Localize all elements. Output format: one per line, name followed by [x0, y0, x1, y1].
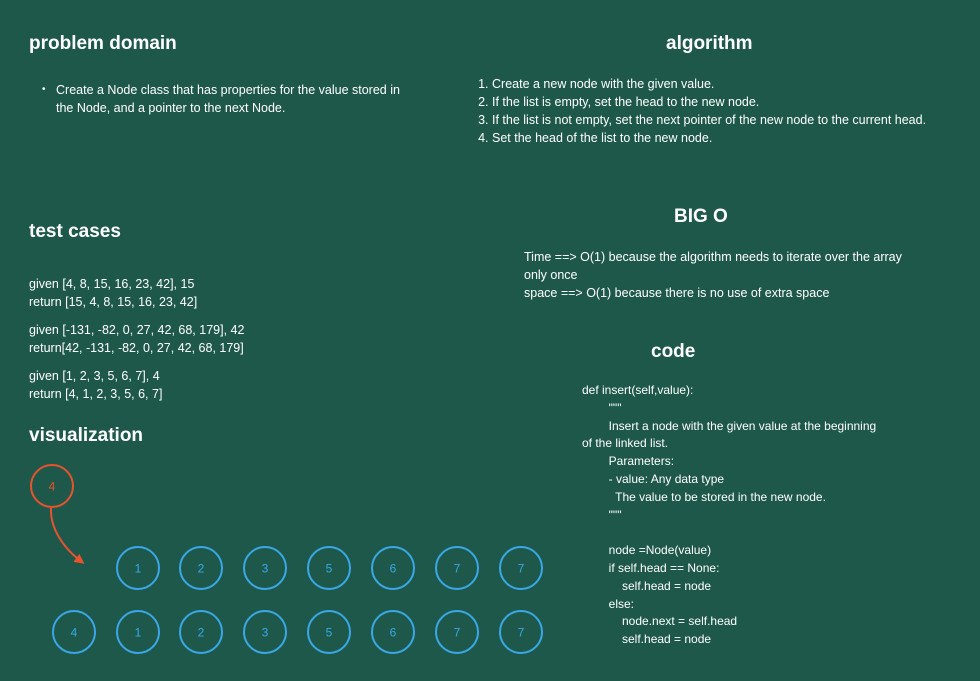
list-node-label: 1 — [135, 562, 142, 576]
list-node: 5 — [307, 610, 351, 654]
list-node: 7 — [435, 610, 479, 654]
list-node-label: 6 — [390, 626, 397, 640]
list-node: 7 — [435, 546, 479, 590]
visualization-canvas: 4 1 2 3 5 6 7 7 4 1 2 3 5 6 7 7 — [30, 464, 543, 654]
new-node: 4 — [30, 464, 74, 508]
list-node-label: 3 — [262, 562, 269, 576]
new-node-label: 4 — [49, 480, 56, 494]
list-node: 3 — [243, 546, 287, 590]
list-row-result: 4 1 2 3 5 6 7 7 — [52, 610, 543, 654]
list-node-label: 7 — [518, 626, 525, 640]
list-node: 1 — [116, 610, 160, 654]
list-node: 2 — [179, 546, 223, 590]
list-node-label: 7 — [454, 626, 461, 640]
list-node: 7 — [499, 546, 543, 590]
list-node: 5 — [307, 546, 351, 590]
list-node-label: 5 — [326, 562, 333, 576]
list-node-label: 5 — [326, 626, 333, 640]
list-node-label: 7 — [518, 562, 525, 576]
list-node-label: 7 — [454, 562, 461, 576]
list-node-label: 3 — [262, 626, 269, 640]
insert-arrow — [49, 507, 85, 564]
list-node: 2 — [179, 610, 223, 654]
list-node: 6 — [371, 546, 415, 590]
list-node-label: 2 — [198, 626, 205, 640]
list-node-label: 6 — [390, 562, 397, 576]
list-node: 3 — [243, 610, 287, 654]
list-node-label: 4 — [71, 626, 78, 640]
list-row-original: 1 2 3 5 6 7 7 — [116, 546, 543, 590]
list-node-label: 2 — [198, 562, 205, 576]
list-node: 7 — [499, 610, 543, 654]
list-node: 1 — [116, 546, 160, 590]
list-node: 4 — [52, 610, 96, 654]
list-node: 6 — [371, 610, 415, 654]
list-node-label: 1 — [135, 626, 142, 640]
